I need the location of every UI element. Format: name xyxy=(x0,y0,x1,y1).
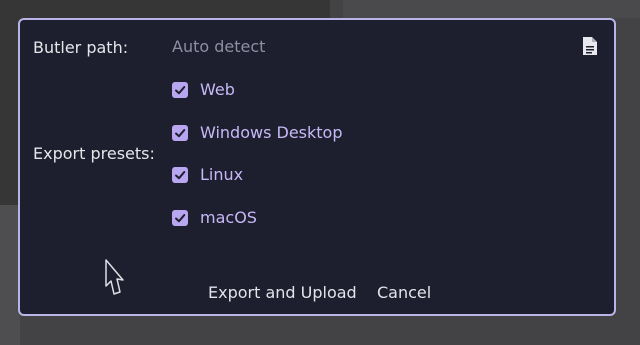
mouse-cursor-icon xyxy=(105,259,124,295)
preset-macos-item[interactable]: macOS xyxy=(172,207,257,229)
preset-web-label: Web xyxy=(200,80,235,99)
check-icon xyxy=(175,171,186,180)
preset-macos-checkbox[interactable] xyxy=(172,210,188,226)
preset-macos-label: macOS xyxy=(200,208,257,227)
preset-linux-item[interactable]: Linux xyxy=(172,164,243,186)
preset-windows-label: Windows Desktop xyxy=(200,123,343,142)
export-presets-label: Export presets: xyxy=(33,144,155,163)
check-icon xyxy=(175,86,186,95)
check-icon xyxy=(175,129,186,138)
butler-path-placeholder: Auto detect xyxy=(172,37,266,56)
preset-linux-checkbox[interactable] xyxy=(172,167,188,183)
preset-web-checkbox[interactable] xyxy=(172,82,188,98)
check-icon xyxy=(175,214,186,223)
preset-windows-checkbox[interactable] xyxy=(172,125,188,141)
preset-linux-label: Linux xyxy=(200,165,244,184)
preset-windows-item[interactable]: Windows Desktop xyxy=(172,122,343,144)
export-and-upload-button[interactable]: Export and Upload xyxy=(206,283,359,303)
cancel-button[interactable]: Cancel xyxy=(375,283,433,303)
background-strip xyxy=(0,205,20,345)
background-panel-right xyxy=(343,0,640,18)
butler-path-label: Butler path: xyxy=(33,38,129,57)
preset-web-item[interactable]: Web xyxy=(172,79,235,101)
file-icon[interactable] xyxy=(582,36,598,56)
butler-path-input[interactable]: Auto detect xyxy=(172,34,592,60)
